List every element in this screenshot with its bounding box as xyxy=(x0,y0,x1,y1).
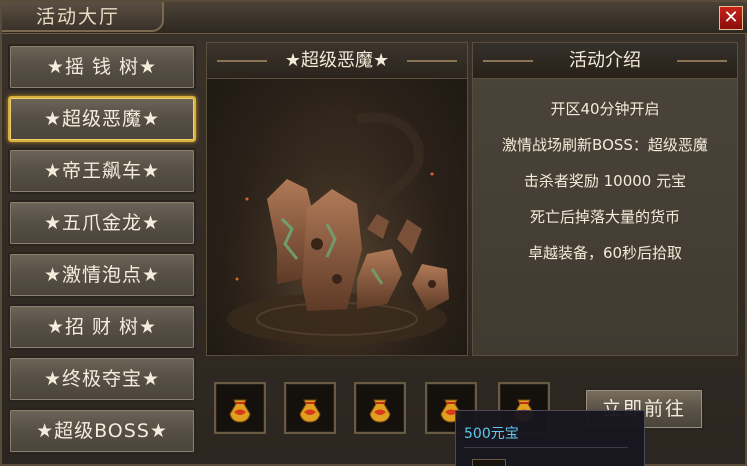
intro-panel-title: 活动介绍 xyxy=(569,50,641,71)
intro-line: 击杀者奖励 10000 元宝 xyxy=(523,172,687,190)
boss-preview-panel: ★超级恶魔★ xyxy=(206,42,469,357)
close-button[interactable]: ✕ xyxy=(719,6,743,30)
title-bar: 活动大厅 ✕ xyxy=(2,2,747,34)
reward-slot[interactable] xyxy=(284,382,336,434)
intro-line: 死亡后掉落大量的货币 xyxy=(529,208,680,226)
reward-slot[interactable] xyxy=(354,382,406,434)
header-divider-left xyxy=(217,60,267,62)
reward-slot[interactable] xyxy=(214,382,266,434)
menu-item-emperor-racing[interactable]: ★帝王飙车★ xyxy=(8,148,196,194)
window-title: 活动大厅 xyxy=(2,2,164,32)
activity-menu: ★摇 钱 树★ ★超级恶魔★ ★帝王飙车★ ★五爪金龙★ ★激情泡点★ ★招 财… xyxy=(8,44,198,460)
boss-panel-title: ★超级恶魔★ xyxy=(284,50,390,71)
menu-item-fortune-tree[interactable]: ★招 财 树★ xyxy=(8,304,196,350)
boss-model-image xyxy=(207,79,469,357)
yuanbao-pouch-icon xyxy=(299,399,321,423)
boss-panel-header: ★超级恶魔★ xyxy=(207,43,467,79)
header-divider-right xyxy=(677,60,727,62)
intro-line: 开区40分钟开启 xyxy=(550,100,660,118)
header-divider-left xyxy=(483,60,533,62)
menu-item-money-tree[interactable]: ★摇 钱 树★ xyxy=(8,44,196,90)
tooltip-item-name: 500元宝 xyxy=(464,426,519,442)
intro-line: 卓越装备，60秒后拾取 xyxy=(527,244,683,262)
item-tooltip: 500元宝 xyxy=(455,410,645,466)
activity-hall-window: 活动大厅 ✕ ★摇 钱 树★ ★超级恶魔★ ★帝王飙车★ ★五爪金龙★ ★激情泡… xyxy=(0,0,747,466)
menu-item-ultimate-treasure[interactable]: ★终极夺宝★ xyxy=(8,356,196,402)
tooltip-divider xyxy=(464,447,628,448)
menu-item-super-boss[interactable]: ★超级BOSS★ xyxy=(8,408,196,454)
menu-item-super-demon[interactable]: ★超级恶魔★ xyxy=(8,96,196,142)
tooltip-item-icon-frame xyxy=(472,459,506,466)
menu-item-golden-dragon[interactable]: ★五爪金龙★ xyxy=(8,200,196,246)
header-divider-right xyxy=(407,60,457,62)
intro-panel-header: 活动介绍 xyxy=(473,43,737,79)
activity-intro-panel: 活动介绍 开区40分钟开启 激情战场刷新BOSS：超级恶魔 击杀者奖励 1000… xyxy=(472,42,738,356)
yuanbao-pouch-icon xyxy=(369,399,391,423)
intro-line: 激情战场刷新BOSS：超级恶魔 xyxy=(502,136,708,154)
yuanbao-pouch-icon xyxy=(229,399,251,423)
menu-item-passion-afk[interactable]: ★激情泡点★ xyxy=(8,252,196,298)
intro-text: 开区40分钟开启 激情战场刷新BOSS：超级恶魔 击杀者奖励 10000 元宝 … xyxy=(473,91,737,271)
